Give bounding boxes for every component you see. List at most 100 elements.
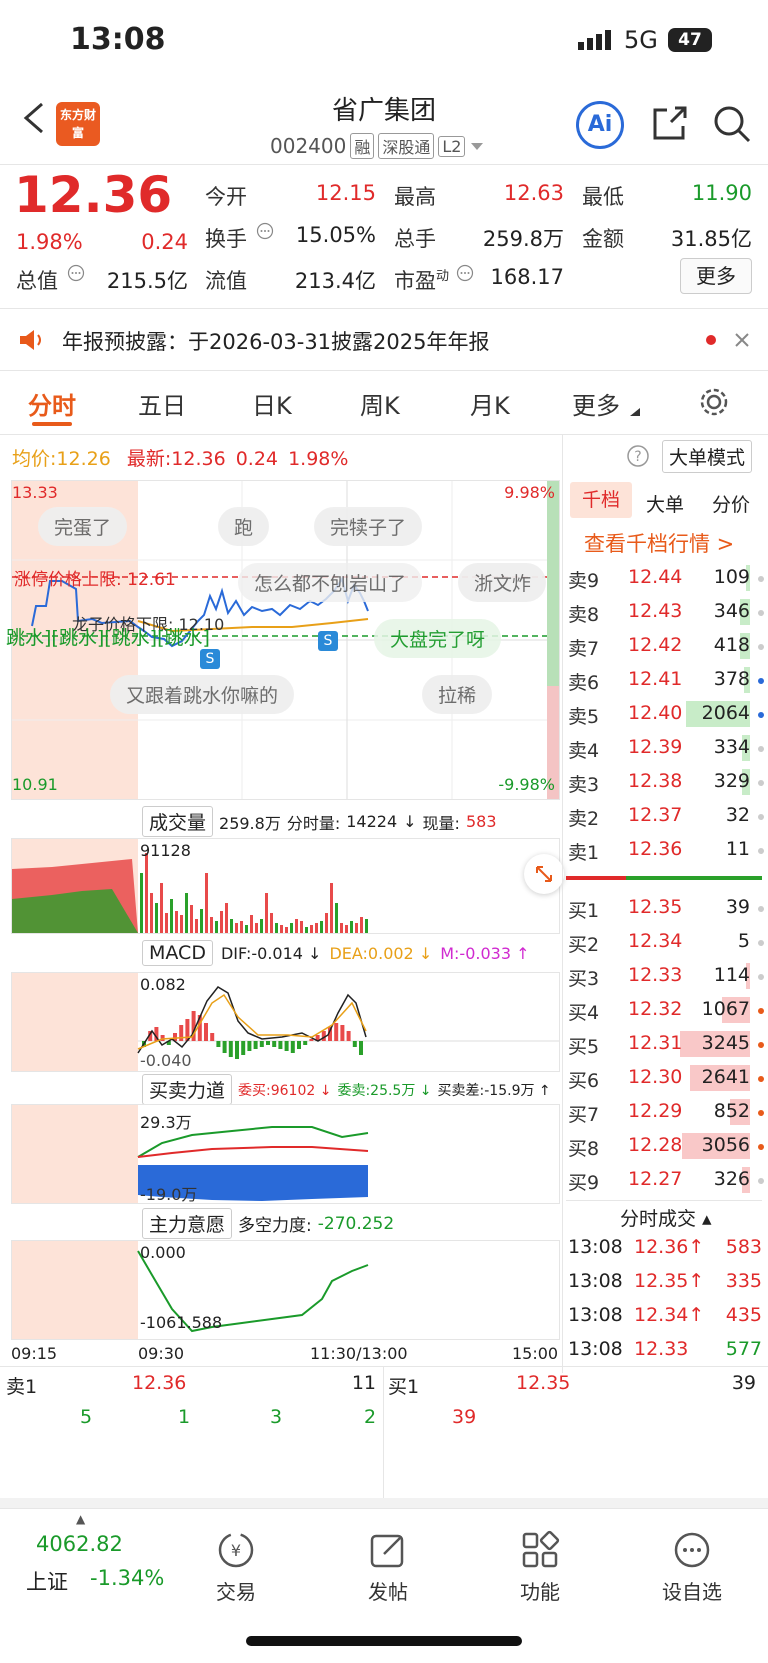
bid-row[interactable]: 买5 12.31 3245 [564,1028,764,1061]
index-name[interactable]: 上证 [26,1566,68,1596]
level-volume: 346 [713,600,750,622]
level-label: 卖8 [568,604,600,626]
volume-bar [195,919,198,933]
nav-post[interactable]: 发帖 [338,1530,438,1605]
indicator-select[interactable]: 买卖力道 [142,1074,233,1105]
indicator-select[interactable]: MACD [142,940,213,966]
volume-bar [140,873,143,933]
info-icon[interactable] [67,264,85,282]
queue-ask-label: 卖1 [6,1376,38,1398]
volume-bar [250,915,253,933]
settings-icon[interactable] [698,386,730,418]
level-dot [758,644,764,650]
volume-bar [165,913,168,933]
main-min: -1061.588 [140,1313,223,1332]
index-value[interactable]: 4062.82 [36,1532,123,1556]
price-chart[interactable]: 13.33 10.91 9.98% -9.98% 涨停价格上限: 12.61 龙… [6,480,560,800]
share-icon[interactable] [651,104,689,142]
info-icon[interactable] [456,264,474,282]
expand-button[interactable] [524,854,564,894]
bid-row[interactable]: 买7 12.29 852 [564,1096,764,1129]
volume-bar [310,925,313,933]
bid-row[interactable]: 买3 12.33 114 [564,960,764,993]
nav-add-watchlist[interactable]: 设自选 [642,1530,742,1605]
ask-row[interactable]: 卖5 12.40 2064 [564,698,764,731]
volume-label: 总手 [394,227,436,251]
ask-row[interactable]: 卖7 12.42 418 [564,630,764,663]
tab-more[interactable]: 更多 [572,386,620,421]
indicator-select[interactable]: 主力意愿 [142,1208,233,1239]
tab-intraday[interactable]: 分时 [28,386,76,421]
more-button[interactable]: 更多 [680,258,752,294]
trade-price: 12.36↑ [634,1236,705,1258]
help-icon[interactable]: ? [626,444,650,468]
volume-bar [240,921,243,933]
macd-bar [204,1023,208,1041]
index-percent[interactable]: -1.34% [90,1566,164,1590]
tab-level-book[interactable]: 千档 [570,482,632,518]
notice-text[interactable]: 年报预披露：于2026-03-31披露2025年年报 [62,326,489,356]
level-price: 12.44 [628,566,683,588]
indicator-select[interactable]: 成交量 [142,806,214,837]
nav-trade[interactable]: ¥ 交易 [186,1530,286,1605]
level-label: 买7 [568,1104,600,1126]
sell-marker[interactable]: S [200,649,220,669]
macd-bar [228,1041,233,1057]
big-order-mode-button[interactable]: 大单模式 [662,440,753,473]
caret-down-icon[interactable] [469,140,485,152]
tab-big-order[interactable]: 大单 [646,490,684,517]
ask-row[interactable]: 卖3 12.38 329 [564,766,764,799]
close-icon[interactable] [734,332,750,348]
info-icon[interactable] [256,222,274,240]
level-dot [758,1076,764,1082]
ask-row[interactable]: 卖9 12.44 109 [564,562,764,595]
sell-marker[interactable]: S [318,631,338,651]
level-label: 买6 [568,1070,600,1092]
level-price: 12.39 [628,736,683,758]
tab-week-k[interactable]: 周K [360,386,400,421]
volume-bar [365,919,368,933]
level-volume: 418 [713,634,750,656]
ask-row[interactable]: 卖6 12.41 378 [564,664,764,697]
volume-bar [150,893,153,933]
trades-title[interactable]: 分时成交 ▴ [620,1204,712,1231]
search-icon[interactable] [712,104,752,144]
level-label: 买9 [568,1172,600,1194]
ai-assistant-button[interactable]: Ai [576,101,624,149]
ask-row[interactable]: 卖1 12.36 11 [564,834,764,867]
ask-row[interactable]: 卖8 12.43 346 [564,596,764,629]
bid-row[interactable]: 买9 12.27 326 [564,1164,764,1197]
tab-month-k[interactable]: 月K [470,386,510,421]
macd-bar [253,1041,258,1049]
tab-price-dist[interactable]: 分价 [712,490,750,517]
level-label: 买2 [568,934,600,956]
volume-bar [330,883,333,933]
trade-row: 13:08 12.33 577 [566,1338,762,1368]
high-label: 最高 [394,185,436,209]
tab-five-day[interactable]: 五日 [138,386,186,421]
bid-row[interactable]: 买1 12.35 39 [564,892,764,925]
level-volume: 3056 [701,1134,750,1156]
pe-value: 168.17 [490,265,564,289]
level-price: 12.35 [628,896,683,918]
level-volume: 1067 [701,998,750,1020]
battery-icon: 47 [668,28,712,52]
status-time: 13:08 [70,22,166,57]
nav-functions[interactable]: 功能 [490,1530,590,1605]
level-dot [758,576,764,582]
level-price: 12.27 [628,1168,683,1190]
ask-row[interactable]: 卖4 12.39 334 [564,732,764,765]
bid-row[interactable]: 买4 12.32 1067 [564,994,764,1027]
volume-bar [155,903,158,933]
macd-bar [359,1041,363,1055]
main-max: 0.000 [140,1243,186,1262]
ask-row[interactable]: 卖2 12.37 32 [564,800,764,833]
promo-link[interactable]: 查看千档行情 > [584,528,734,558]
level-label: 卖3 [568,774,600,796]
level-volume: 114 [713,964,750,986]
tab-day-k[interactable]: 日K [252,386,292,421]
bid-row[interactable]: 买2 12.34 5 [564,926,764,959]
danmaku-bubble: 跑 [218,507,270,546]
bid-row[interactable]: 买8 12.28 3056 [564,1130,764,1163]
bid-row[interactable]: 买6 12.30 2641 [564,1062,764,1095]
